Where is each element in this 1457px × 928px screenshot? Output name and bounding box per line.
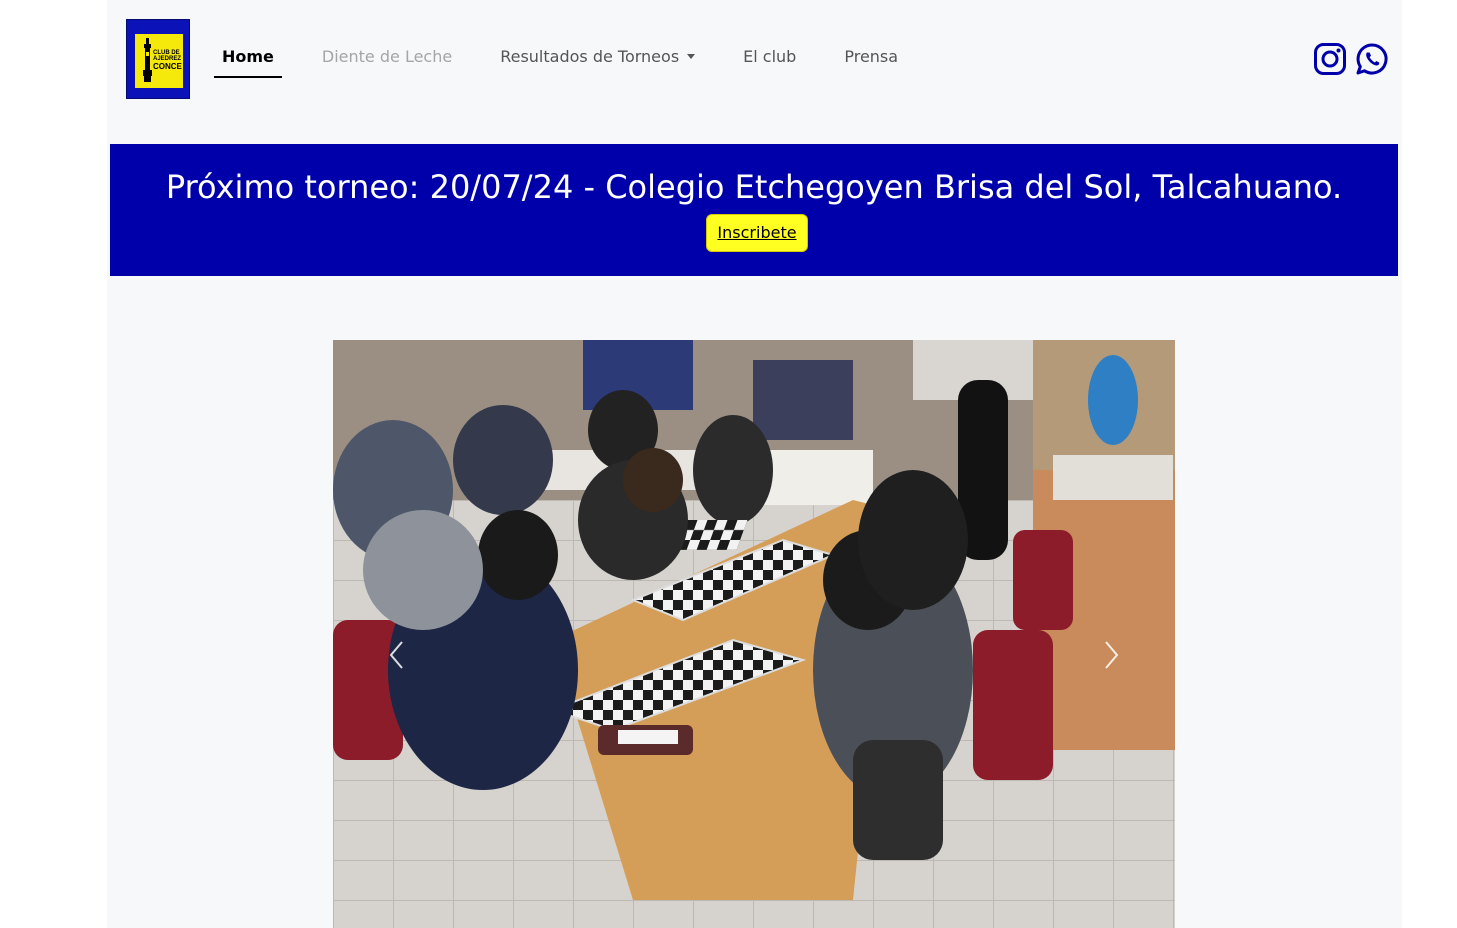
main-nav: Home Diente de Leche Resultados de Torne… bbox=[214, 44, 938, 84]
nav-item-home[interactable]: Home bbox=[214, 44, 282, 78]
logo-wordmark: CLUB DE AJEDREZ CONCE bbox=[153, 50, 183, 71]
carousel-prev-button[interactable] bbox=[377, 630, 417, 680]
nav-item-resultados-label: Resultados de Torneos bbox=[500, 47, 680, 66]
page-container: CLUB DE AJEDREZ CONCE Home Diente de Lec… bbox=[107, 0, 1402, 928]
chevron-left-icon bbox=[389, 641, 403, 669]
nav-item-prensa[interactable]: Prensa bbox=[836, 44, 906, 76]
next-tournament-banner: Próximo torneo: 20/07/24 - Colegio Etche… bbox=[110, 144, 1398, 276]
social-links bbox=[1313, 42, 1389, 76]
carousel-next-button[interactable] bbox=[1091, 630, 1131, 680]
chevron-down-icon bbox=[687, 54, 696, 59]
nav-item-diente-de-leche: Diente de Leche bbox=[321, 47, 453, 66]
instagram-icon[interactable] bbox=[1313, 42, 1347, 76]
tower-icon bbox=[143, 38, 152, 82]
nav-item-resultados-de-torneos[interactable]: Resultados de Torneos bbox=[492, 44, 703, 76]
chevron-right-icon bbox=[1105, 641, 1119, 669]
banner-title: Próximo torneo: 20/07/24 - Colegio Etche… bbox=[165, 168, 1343, 206]
navbar: CLUB DE AJEDREZ CONCE Home Diente de Lec… bbox=[107, 0, 1402, 118]
nav-item-el-club[interactable]: El club bbox=[735, 44, 804, 76]
whatsapp-icon[interactable] bbox=[1355, 42, 1389, 76]
chess-tournament-photo bbox=[333, 340, 1175, 928]
photo-carousel bbox=[333, 340, 1175, 928]
inscribete-button[interactable]: Inscribete bbox=[706, 214, 808, 252]
logo-line-3: CONCE bbox=[153, 62, 182, 71]
club-logo[interactable]: CLUB DE AJEDREZ CONCE bbox=[126, 19, 190, 99]
logo-badge: CLUB DE AJEDREZ CONCE bbox=[135, 34, 183, 88]
